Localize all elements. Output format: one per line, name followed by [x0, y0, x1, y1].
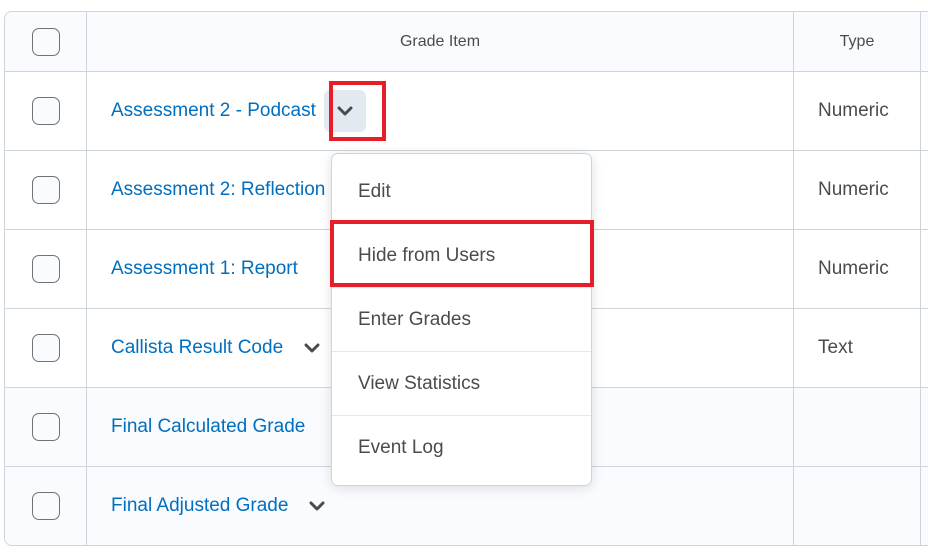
type-value: Numeric — [818, 100, 889, 121]
menu-item-hide-from-users[interactable]: Hide from Users — [332, 224, 591, 288]
row-checkbox[interactable] — [31, 413, 60, 441]
type-value: Numeric — [818, 179, 889, 200]
row-checkbox[interactable] — [31, 255, 60, 283]
grade-item-link[interactable]: Assessment 1: Report — [111, 258, 298, 280]
table-row: Assessment 2 - Podcast Numeric — [5, 72, 928, 151]
row-checkbox[interactable] — [31, 492, 60, 520]
grade-item-link[interactable]: Final Calculated Grade — [111, 416, 305, 438]
menu-item-edit[interactable]: Edit — [332, 154, 591, 224]
menu-item-event-log[interactable]: Event Log — [332, 416, 591, 480]
row-checkbox[interactable] — [31, 97, 60, 125]
row-checkbox[interactable] — [31, 176, 60, 204]
chevron-down-icon — [309, 501, 325, 511]
item-actions-button[interactable] — [323, 90, 366, 132]
grade-item-column-header[interactable]: Grade Item — [400, 33, 480, 51]
chevron-down-icon — [337, 106, 353, 116]
item-actions-button[interactable] — [296, 485, 338, 527]
grade-item-link[interactable]: Callista Result Code — [111, 337, 283, 359]
chevron-down-icon — [304, 343, 320, 353]
item-context-menu: Edit Hide from Users Enter Grades View S… — [331, 153, 592, 486]
type-value: Numeric — [818, 258, 889, 279]
type-value: Text — [818, 337, 853, 358]
menu-item-view-statistics[interactable]: View Statistics — [332, 352, 591, 416]
item-actions-button[interactable] — [291, 327, 333, 369]
grade-item-link[interactable]: Final Adjusted Grade — [111, 495, 288, 517]
grade-item-link[interactable]: Assessment 2 - Podcast — [111, 100, 316, 122]
grade-item-link[interactable]: Assessment 2: Reflection — [111, 179, 325, 201]
row-checkbox[interactable] — [31, 334, 60, 362]
table-header-row: Grade Item Type — [5, 12, 928, 72]
menu-item-enter-grades[interactable]: Enter Grades — [332, 288, 591, 352]
type-column-header[interactable]: Type — [840, 33, 875, 51]
select-all-checkbox[interactable] — [31, 27, 60, 56]
